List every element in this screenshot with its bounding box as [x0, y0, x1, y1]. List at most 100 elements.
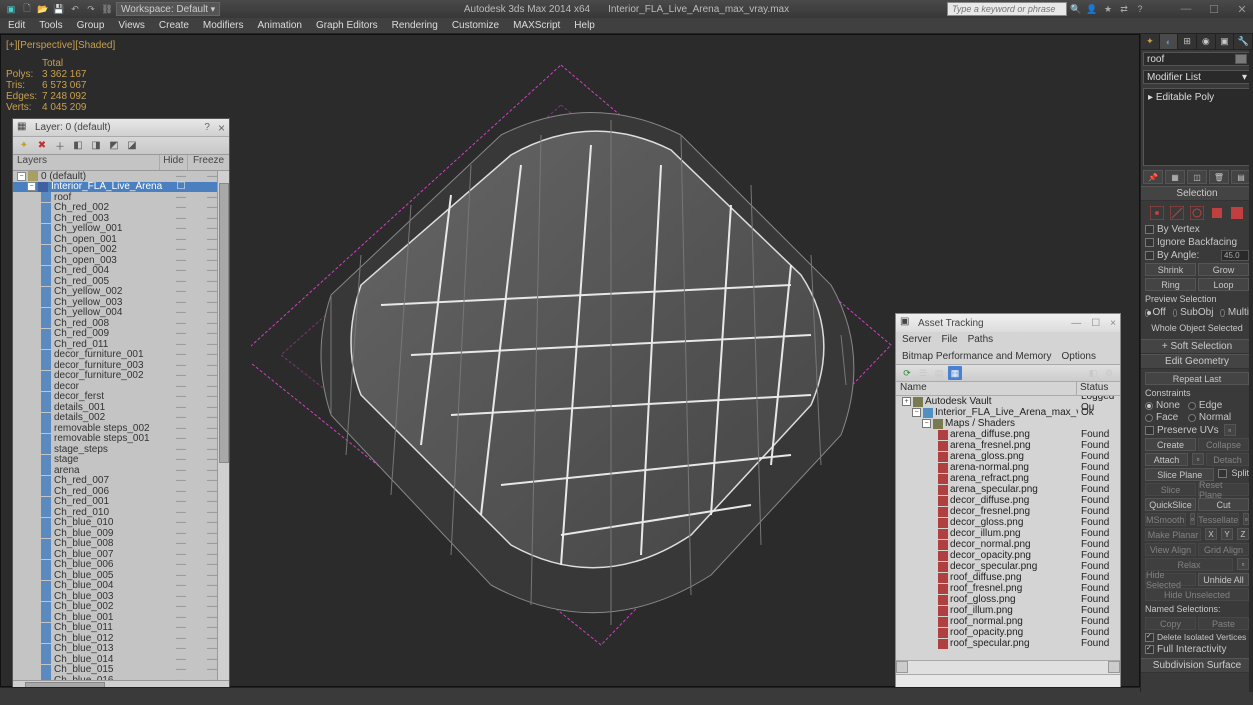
asset-map-row[interactable]: roof_illum.pngFound: [896, 605, 1120, 616]
vertex-subobj-icon[interactable]: [1150, 206, 1164, 220]
asset-minimize-button[interactable]: —: [1071, 318, 1081, 329]
asset-maximize-button[interactable]: ☐: [1091, 318, 1100, 329]
help-icon[interactable]: ?: [1133, 2, 1147, 16]
configure-icon[interactable]: ▤: [1231, 170, 1251, 184]
link-icon[interactable]: ⛓: [100, 2, 114, 16]
layer-item[interactable]: Ch_yellow_004——: [13, 308, 229, 319]
preview-multi-radio[interactable]: [1220, 309, 1224, 317]
settings-icon[interactable]: ⚙: [1102, 366, 1116, 380]
layer-item[interactable]: Ch_blue_002——: [13, 602, 229, 613]
show-end-result-icon[interactable]: ▦: [1165, 170, 1185, 184]
layer-item[interactable]: Ch_blue_005——: [13, 570, 229, 581]
grow-button[interactable]: Grow: [1198, 263, 1249, 276]
layer-root[interactable]: − 0 (default) ——: [13, 171, 229, 182]
layer-item[interactable]: Ch_blue_007——: [13, 549, 229, 560]
layer-item[interactable]: removable steps_002——: [13, 423, 229, 434]
polygon-subobj-icon[interactable]: [1210, 206, 1224, 220]
asset-map-row[interactable]: arena_fresnel.pngFound: [896, 440, 1120, 451]
menu-animation[interactable]: Animation: [257, 20, 301, 31]
layer-item[interactable]: Ch_blue_004——: [13, 581, 229, 592]
menu-modifiers[interactable]: Modifiers: [203, 20, 244, 31]
expand-icon[interactable]: −: [27, 182, 36, 191]
asset-map-row[interactable]: decor_diffuse.pngFound: [896, 495, 1120, 506]
hierarchy-tab[interactable]: ⊞: [1178, 34, 1197, 49]
layer-item[interactable]: Ch_blue_012——: [13, 633, 229, 644]
cut-button[interactable]: Cut: [1198, 498, 1249, 511]
layer-item[interactable]: Ch_blue_003——: [13, 591, 229, 602]
menu-customize[interactable]: Customize: [452, 20, 499, 31]
planar-x-button[interactable]: X: [1205, 528, 1217, 540]
pin-stack-icon[interactable]: 📌: [1143, 170, 1163, 184]
tessellate-button[interactable]: Tessellate: [1197, 513, 1239, 526]
open-icon[interactable]: 📂: [36, 2, 50, 16]
command-panel-scrollbar[interactable]: [1249, 50, 1253, 692]
menu-graph-editors[interactable]: Graph Editors: [316, 20, 378, 31]
unhide-all-button[interactable]: Unhide All: [1198, 573, 1249, 586]
subdivision-rollout-title[interactable]: Subdivision Surface: [1141, 659, 1253, 673]
hide-selected-button[interactable]: Hide Selected: [1145, 573, 1196, 586]
shrink-button[interactable]: Shrink: [1145, 263, 1196, 276]
asset-map-row[interactable]: decor_normal.pngFound: [896, 539, 1120, 550]
minimize-button[interactable]: —: [1179, 2, 1193, 16]
search-input[interactable]: [947, 2, 1067, 16]
asset-menu-file[interactable]: File: [941, 334, 957, 345]
asset-map-row[interactable]: roof_opacity.pngFound: [896, 627, 1120, 638]
save-icon[interactable]: 💾: [52, 2, 66, 16]
menu-edit[interactable]: Edit: [8, 20, 25, 31]
redo-icon[interactable]: ↷: [84, 2, 98, 16]
asset-map-row[interactable]: arena_diffuse.pngFound: [896, 429, 1120, 440]
layer-help-icon[interactable]: ?: [204, 122, 210, 133]
expand-icon[interactable]: −: [17, 172, 26, 181]
layer-item[interactable]: Ch_red_007——: [13, 476, 229, 487]
asset-map-row[interactable]: decor_opacity.pngFound: [896, 550, 1120, 561]
search-opt-icon[interactable]: 🔍: [1069, 2, 1083, 16]
layer-item[interactable]: stage_steps——: [13, 444, 229, 455]
planar-z-button[interactable]: Z: [1237, 528, 1249, 540]
layer-item[interactable]: Ch_blue_014——: [13, 654, 229, 665]
freeze-unfreeze-icon[interactable]: ◪: [125, 139, 139, 153]
highlight-layer-icon[interactable]: ◨: [89, 139, 103, 153]
quickslice-button[interactable]: QuickSlice: [1145, 498, 1196, 511]
constraint-none-radio[interactable]: [1145, 402, 1153, 410]
layer-item[interactable]: Ch_red_001——: [13, 497, 229, 508]
asset-scene-row[interactable]: − Interior_FLA_Live_Arena_max_vray.max O…: [896, 407, 1120, 418]
constraint-normal-radio[interactable]: [1188, 414, 1196, 422]
ignore-backfacing-checkbox[interactable]: [1145, 238, 1154, 247]
layer-item[interactable]: Ch_blue_011——: [13, 623, 229, 634]
layer-item[interactable]: decor_furniture_001——: [13, 350, 229, 361]
list-view-icon[interactable]: ▤: [932, 366, 946, 380]
by-angle-spinner[interactable]: 45.0: [1221, 250, 1249, 261]
menu-tools[interactable]: Tools: [39, 20, 62, 31]
asset-map-row[interactable]: roof_normal.pngFound: [896, 616, 1120, 627]
layer-item[interactable]: Ch_red_002——: [13, 203, 229, 214]
layer-group-selected[interactable]: − Interior_FLA_Live_Arena ☐: [13, 182, 229, 193]
by-angle-checkbox[interactable]: [1145, 251, 1154, 260]
highlight-editable-icon[interactable]: ◧: [1086, 366, 1100, 380]
select-layer-objs-icon[interactable]: ◧: [71, 139, 85, 153]
table-view-icon[interactable]: ▦: [948, 366, 962, 380]
delete-isolated-checkbox[interactable]: [1145, 633, 1154, 642]
detach-button[interactable]: Detach: [1206, 453, 1249, 466]
preserve-uvs-checkbox[interactable]: [1145, 426, 1154, 435]
layer-panel-titlebar[interactable]: ▦ Layer: 0 (default) ? ×: [13, 119, 229, 137]
paste-button[interactable]: Paste: [1198, 617, 1249, 630]
layer-item[interactable]: decor_ferst——: [13, 392, 229, 403]
hide-unselected-button[interactable]: Hide Unselected: [1145, 588, 1249, 601]
layer-vscrollbar[interactable]: [217, 171, 229, 680]
display-tab[interactable]: ▣: [1216, 34, 1235, 49]
asset-maps-header-row[interactable]: − Maps / Shaders: [896, 418, 1120, 429]
new-layer-icon[interactable]: ✦: [17, 139, 31, 153]
layer-item[interactable]: Ch_open_001——: [13, 234, 229, 245]
reset-plane-button[interactable]: Reset Plane: [1198, 483, 1249, 496]
menu-maxscript[interactable]: MAXScript: [513, 20, 560, 31]
hide-unhide-icon[interactable]: ◩: [107, 139, 121, 153]
full-interactivity-checkbox[interactable]: [1145, 645, 1154, 654]
layer-item[interactable]: stage——: [13, 455, 229, 466]
undo-icon[interactable]: ↶: [68, 2, 82, 16]
menu-rendering[interactable]: Rendering: [392, 20, 438, 31]
edge-subobj-icon[interactable]: [1170, 206, 1184, 220]
asset-vault-row[interactable]: + Autodesk Vault Logged Ou: [896, 396, 1120, 407]
maximize-button[interactable]: ☐: [1207, 2, 1221, 16]
workspace-selector[interactable]: Workspace: Default ▾: [116, 2, 220, 16]
asset-close-button[interactable]: ×: [1110, 318, 1116, 329]
